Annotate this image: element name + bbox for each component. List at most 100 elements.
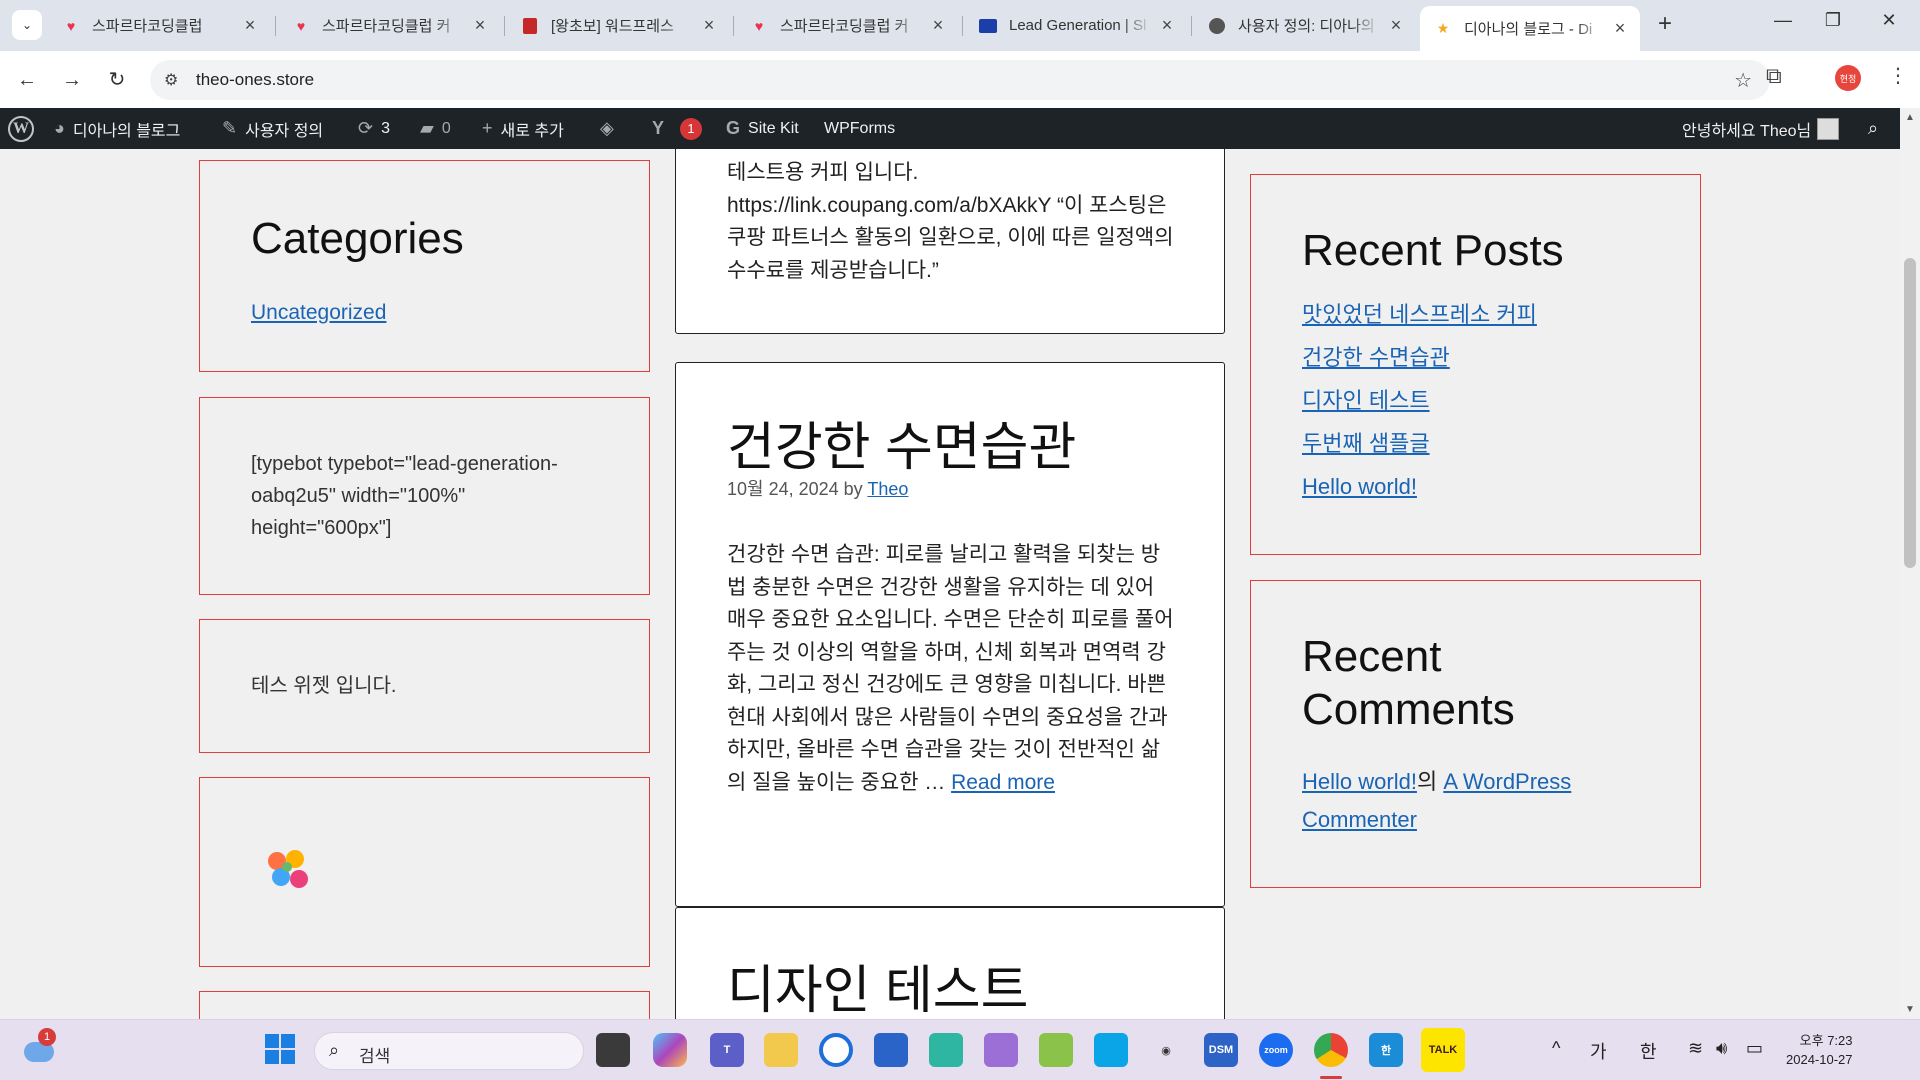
bird-app-icon[interactable] [1039,1033,1073,1067]
post-card: 디자인 테스트 [675,907,1225,1019]
recent-post-link[interactable]: 맛있었던 네스프레소 커피 [1302,302,1537,327]
paintbrush-icon: ✎ [222,118,238,138]
recent-post-link[interactable]: 두번째 샘플글 [1302,431,1430,456]
close-icon[interactable]: × [1157,15,1177,36]
url-text[interactable]: theo-ones.store [196,70,314,90]
categories-title: Categories [251,214,464,263]
widgets-badge: 1 [38,1028,56,1046]
wp-site-name[interactable]: ◕ 디아나의 블로그 [54,108,180,149]
tab-title: Lead Generation | Sl [1009,17,1147,34]
scroll-down-arrow-icon[interactable]: ▼ [1905,1004,1915,1015]
bookmark-star-icon[interactable]: ☆ [1734,68,1752,93]
wifi-icon[interactable]: ≋ [1688,1038,1703,1059]
eye-app-icon[interactable]: ◉ [1149,1033,1183,1067]
dsm-app-icon[interactable]: DSM [1204,1033,1238,1067]
more-menu-icon[interactable]: ⋮ [1888,63,1908,88]
page-scrollbar[interactable]: ▲ ▼ [1900,108,1920,1019]
recent-post-link[interactable]: 건강한 수면습관 [1302,345,1450,370]
browser-tab[interactable]: ♥ 스파르타코딩클럽 × [48,8,270,43]
close-icon[interactable]: × [1610,18,1630,39]
dashboard-icon: ◕ [54,118,65,138]
recent-post-link[interactable]: Hello world! [1302,474,1417,499]
close-icon[interactable]: × [1386,15,1406,36]
tab-search-button[interactable]: ⌄ [12,10,42,40]
kakaotalk-icon[interactable]: TALK [1421,1028,1465,1072]
ime-mode-ga[interactable]: 가 [1590,1038,1607,1064]
post-title[interactable]: 디자인 테스트 [727,948,1029,1019]
post-title[interactable]: 건강한 수면습관 [727,405,1076,480]
new-tab-button[interactable]: + [1650,10,1680,38]
read-more-link[interactable]: Read more [951,771,1055,794]
restore-button[interactable]: ❐ [1810,10,1856,31]
sync-app-icon[interactable] [929,1033,963,1067]
site-info-icon[interactable]: ⚙ [164,70,178,90]
copilot-icon[interactable] [653,1033,687,1067]
wp-updates[interactable]: ⟳ 3 [358,108,390,149]
wp-new-content[interactable]: + 새로 추가 [482,108,564,149]
browser-tab[interactable]: Lead Generation | Sl × [965,8,1187,43]
widgets-button[interactable]: 1 [24,1028,58,1064]
forward-button[interactable]: → [57,65,87,95]
chevron-up-icon[interactable]: ^ [1552,1038,1560,1059]
omnibox[interactable]: ⚙ theo-ones.store ☆ [150,60,1770,100]
wp-comments[interactable]: ▰ 0 [420,108,451,149]
comment-post-link[interactable]: Hello world! [1302,769,1417,794]
wp-diamond-menu[interactable]: ◈ [600,108,622,149]
wp-search[interactable]: ⌕ [1868,108,1878,149]
wp-yoast-menu[interactable]: Y 1 [652,108,703,149]
address-toolbar: ← → ↻ ⚙ theo-ones.store ☆ ⧉ 현정 ⋮ [0,51,1920,108]
close-icon[interactable]: × [470,15,490,36]
battery-icon[interactable]: ▭ [1746,1038,1763,1059]
browser-tab[interactable]: 사용자 정의: 디아나의 × [1194,8,1416,43]
clock-date: 2024-10-27 [1786,1052,1853,1067]
list-item: 두번째 샘플글 [1302,422,1537,465]
taskbar-search[interactable]: ⌕ 검색 [314,1032,584,1070]
circle-app-icon[interactable] [819,1033,853,1067]
ime-mode-han[interactable]: 한 [1640,1038,1657,1064]
browser-tab[interactable]: ♥ 스파르타코딩클럽 커 × [278,8,500,43]
recent-post-link[interactable]: 디자인 테스트 [1302,388,1430,413]
close-icon: ✕ [1881,10,1897,30]
browser-tab[interactable]: ♥ 스파르타코딩클럽 커 × [736,8,958,43]
browser-tab-active[interactable]: ★ 디아나의 블로그 - Di × [1420,6,1640,51]
scroll-up-arrow-icon[interactable]: ▲ [1905,112,1915,123]
wp-logo-menu[interactable]: W [8,108,34,149]
teams-icon[interactable]: T [710,1033,744,1067]
image-widget [199,777,650,967]
extensions-icon[interactable]: ⧉ [1766,63,1782,89]
scrollbar-thumb[interactable] [1904,258,1916,568]
site-name-label: 디아나의 블로그 [72,122,181,140]
store-icon[interactable] [874,1033,908,1067]
post-excerpt-text: 건강한 수면 습관: 피로를 날리고 활력을 되찾는 방법 충분한 수면은 건강… [727,543,1174,794]
wp-customize[interactable]: ✎ 사용자 정의 [222,108,323,149]
minimize-button[interactable]: — [1760,10,1806,31]
post-date[interactable]: 10월 24, 2024 [727,479,839,499]
post-author-link[interactable]: Theo [867,479,908,499]
close-icon[interactable]: × [928,15,948,36]
wp-my-account[interactable]: 안녕하세요 Theo님 [1682,108,1840,149]
hangul-app-icon[interactable]: 한 [1369,1033,1403,1067]
start-button[interactable] [265,1034,295,1064]
wp-wpforms[interactable]: WPForms [824,108,895,149]
active-app-indicator [1320,1076,1342,1079]
diamond-icon: ◈ [600,118,614,138]
close-icon[interactable]: × [240,15,260,36]
reload-button[interactable]: ↻ [102,65,132,95]
plus-icon: + [1657,10,1672,37]
zoom-app-icon[interactable]: zoom [1259,1033,1293,1067]
close-window-button[interactable]: ✕ [1866,10,1912,31]
chrome-icon[interactable] [1314,1033,1348,1067]
file-explorer-icon[interactable] [764,1033,798,1067]
volume-icon[interactable]: 🔊︎ [1716,1038,1727,1059]
task-view-icon[interactable] [596,1033,630,1067]
clipboard-app-icon[interactable] [984,1033,1018,1067]
updates-count: 3 [381,119,390,137]
profile-avatar[interactable]: 현정 [1835,65,1861,91]
close-icon[interactable]: × [699,15,719,36]
category-link[interactable]: Uncategorized [251,301,386,325]
wp-sitekit[interactable]: G Site Kit [726,108,799,149]
news-app-icon[interactable] [1094,1033,1128,1067]
browser-tab[interactable]: [왕초보] 워드프레스 × [507,8,729,43]
back-button[interactable]: ← [12,65,42,95]
taskbar-clock[interactable]: 오후 7:23 2024-10-27 [1786,1031,1853,1069]
